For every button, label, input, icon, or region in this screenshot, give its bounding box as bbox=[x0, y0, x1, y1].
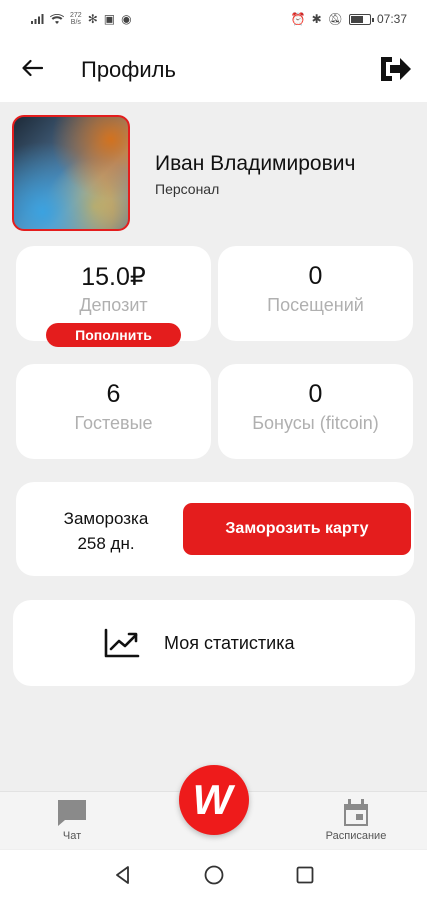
alarm-icon: ⏰ bbox=[290, 12, 306, 26]
wifi-icon bbox=[50, 13, 64, 24]
logout-button[interactable] bbox=[377, 51, 413, 87]
deposit-value: 15.0₽ bbox=[81, 263, 146, 291]
visits-card: 0 Посещений bbox=[218, 246, 413, 341]
guest-label: Гостевые bbox=[74, 413, 153, 433]
deposit-card: 15.0₽ Депозит Пополнить bbox=[16, 246, 211, 347]
app-header: Профиль bbox=[0, 38, 427, 102]
freeze-label: Заморозка 258 дн. bbox=[46, 506, 166, 556]
nfc-icon: ▣ bbox=[103, 12, 116, 26]
arrow-left-icon bbox=[22, 59, 43, 77]
topup-button[interactable]: Пополнить bbox=[46, 323, 181, 347]
system-recents-icon[interactable] bbox=[293, 863, 317, 887]
visits-value: 0 bbox=[308, 262, 323, 290]
signal-icon bbox=[31, 14, 44, 24]
bonus-label: Бонусы (fitcoin) bbox=[252, 413, 379, 433]
network-speed: 272 B/s bbox=[70, 12, 82, 26]
bonus-value: 0 bbox=[308, 380, 323, 408]
freeze-card-button[interactable]: Заморозить карту bbox=[183, 503, 411, 555]
system-home-icon[interactable] bbox=[202, 863, 226, 887]
freeze-title: Заморозка bbox=[63, 509, 149, 528]
nav-chat[interactable]: Чат bbox=[22, 792, 122, 850]
brand-logo: W bbox=[192, 776, 233, 823]
chat-icon bbox=[58, 800, 86, 826]
back-button[interactable] bbox=[16, 52, 48, 84]
nav-schedule-label: Расписание bbox=[325, 830, 387, 842]
calendar-icon bbox=[344, 799, 368, 826]
guest-value: 6 bbox=[106, 380, 121, 408]
nav-chat-label: Чат bbox=[62, 830, 82, 842]
avatar[interactable] bbox=[12, 115, 130, 231]
mute-icon: 🔕︎ bbox=[327, 12, 343, 26]
system-nav-bar bbox=[0, 850, 427, 900]
nav-schedule[interactable]: Расписание bbox=[306, 792, 406, 850]
statistics-card[interactable]: Моя статистика bbox=[13, 600, 415, 686]
battery-icon bbox=[348, 13, 374, 25]
bluetooth-icon: ✱ bbox=[311, 12, 322, 26]
visits-label: Посещений bbox=[267, 295, 364, 315]
page-title: Профиль bbox=[81, 57, 176, 82]
bonus-card: 0 Бонусы (fitcoin) bbox=[218, 364, 413, 459]
profile-role: Персонал bbox=[155, 181, 220, 197]
home-fab-button[interactable]: W bbox=[179, 765, 249, 835]
status-time: 07:37 bbox=[376, 12, 407, 26]
app-notification-icon: ◉ bbox=[121, 12, 132, 26]
system-back-icon[interactable] bbox=[111, 863, 135, 887]
settings-notification-icon: ✻ bbox=[87, 12, 98, 26]
statistics-label: Моя статистика bbox=[164, 633, 295, 653]
guest-card: 6 Гостевые bbox=[16, 364, 211, 459]
chart-line-icon bbox=[104, 628, 140, 658]
freeze-card: Заморозка 258 дн. Заморозить карту bbox=[16, 482, 414, 576]
status-bar: 272 B/s ✻ ▣ ◉ ⏰ ✱ 🔕︎ 07:37 bbox=[0, 0, 427, 38]
freeze-days: 258 дн. bbox=[77, 534, 135, 553]
logout-icon bbox=[381, 57, 411, 81]
deposit-label: Депозит bbox=[79, 295, 148, 315]
profile-name: Иван Владимирович bbox=[155, 152, 356, 175]
